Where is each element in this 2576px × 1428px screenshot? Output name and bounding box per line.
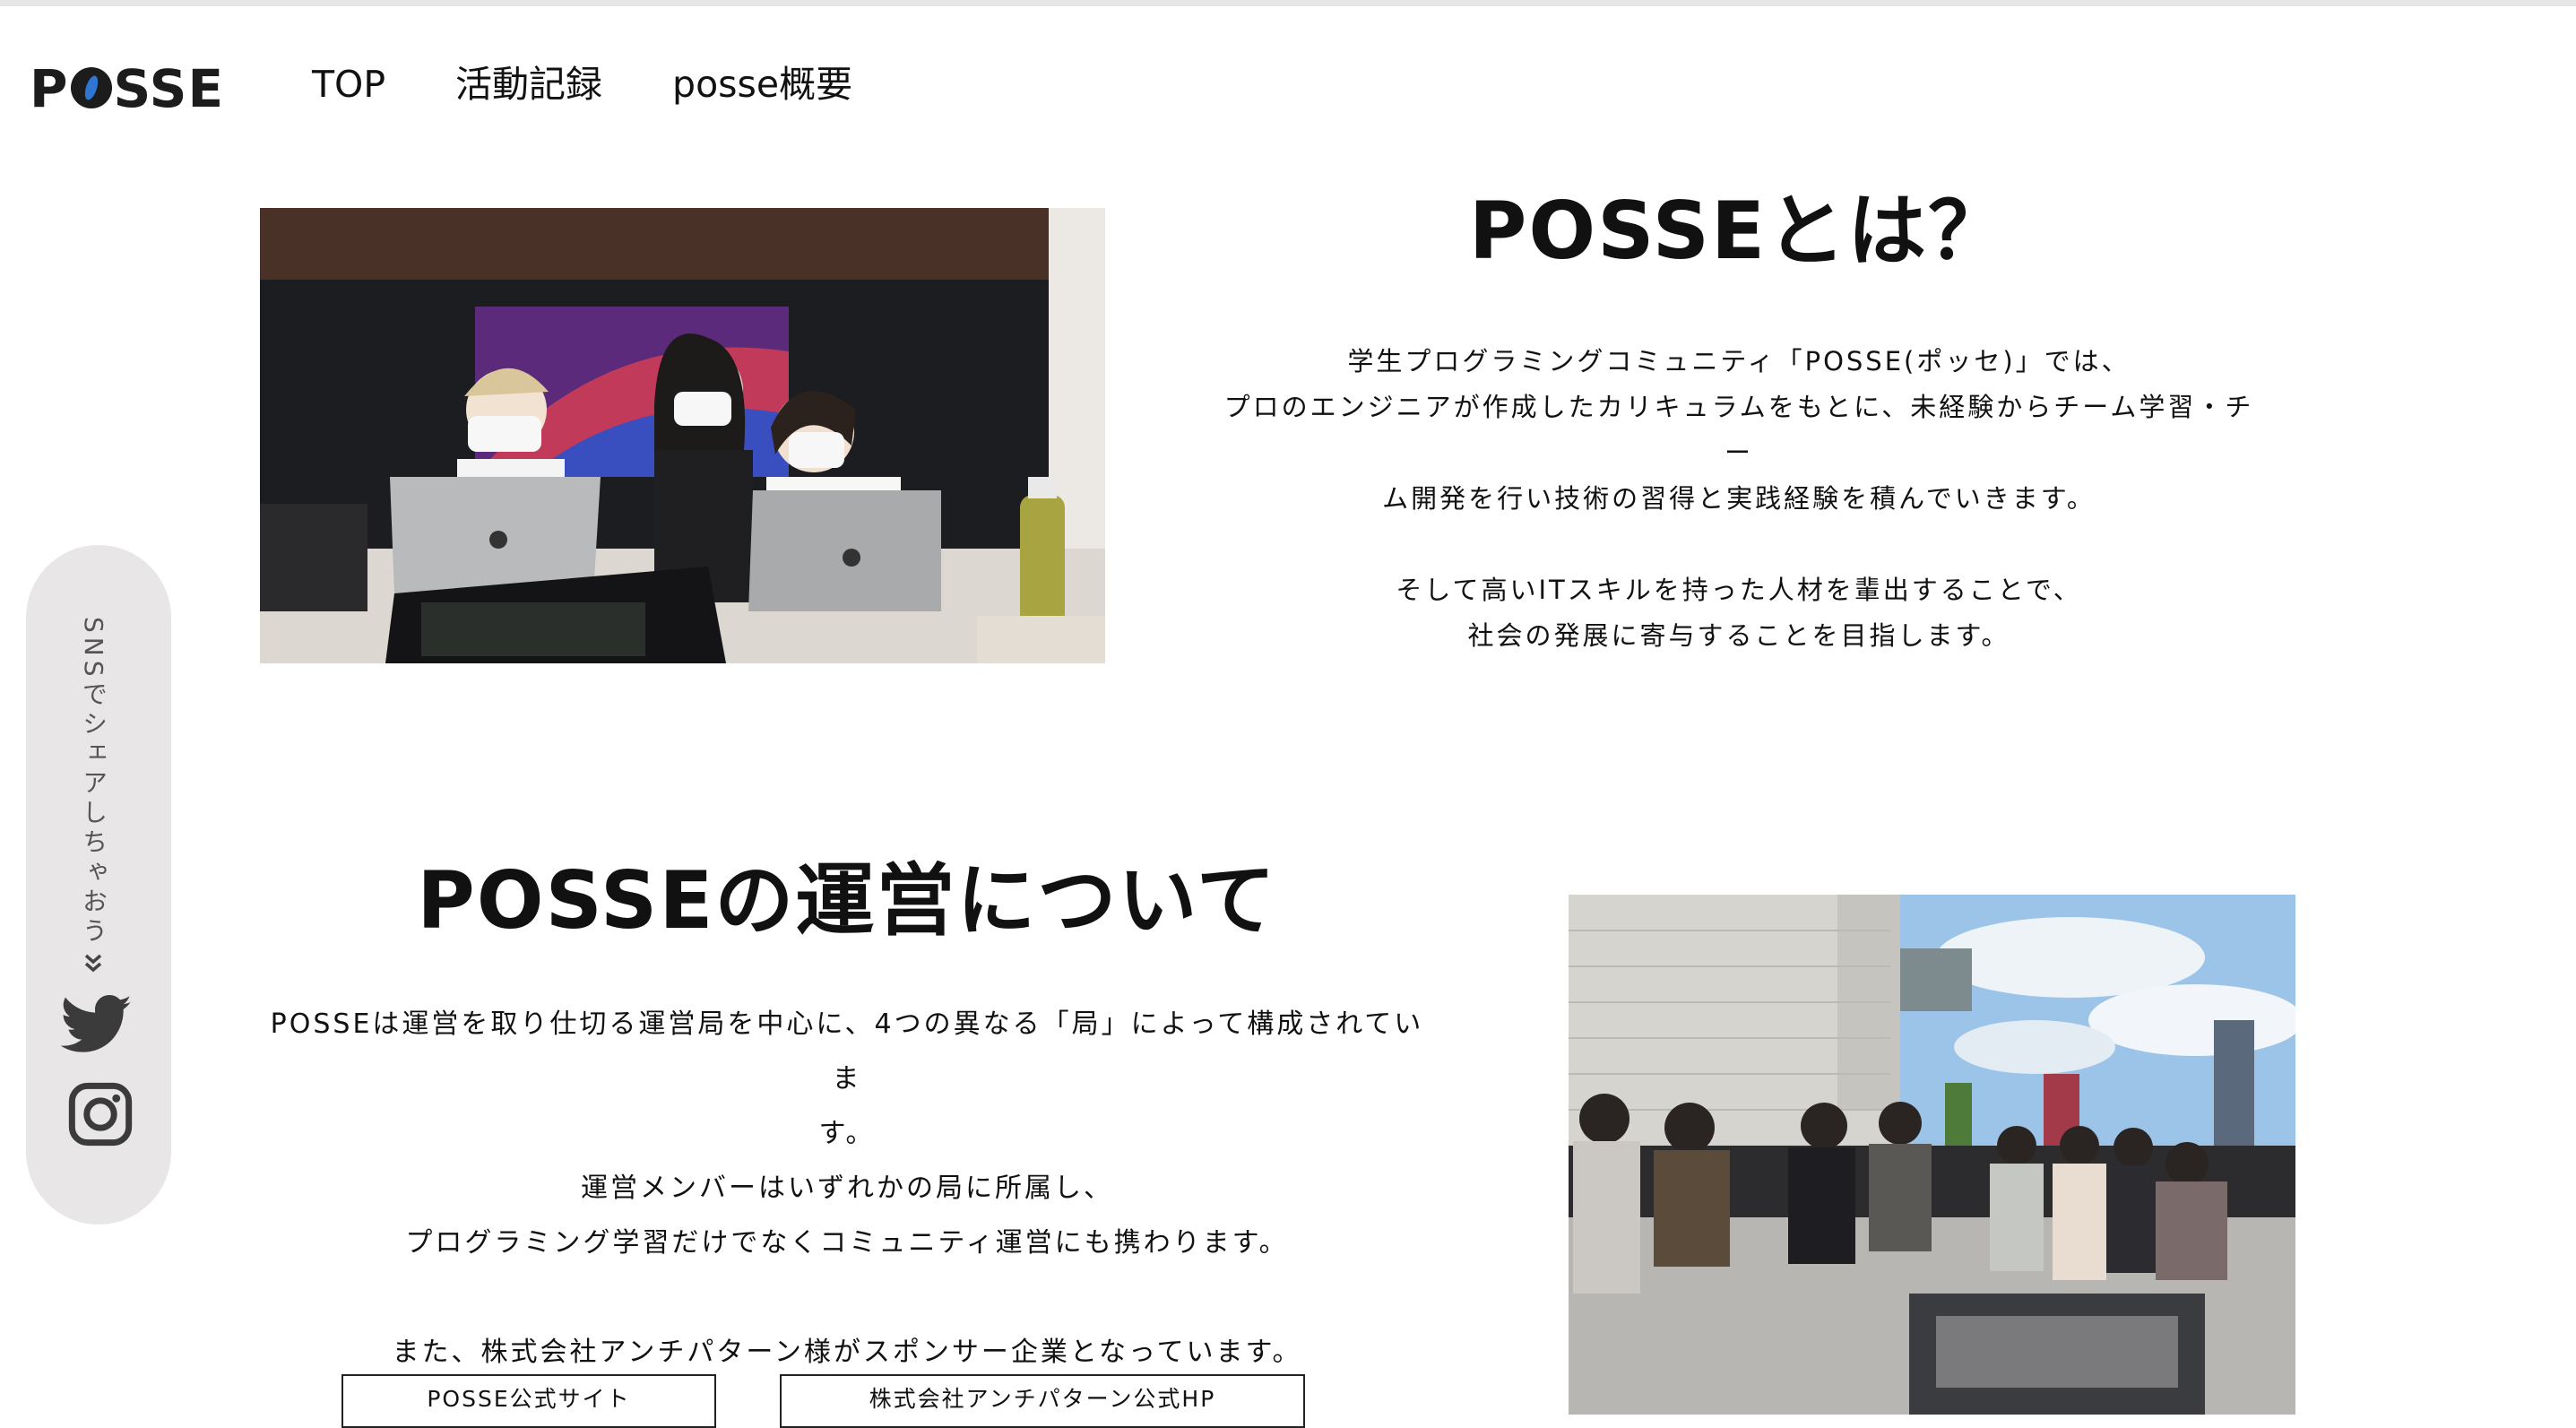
about-line: 社会の発展に寄与することを目指します。 <box>1467 620 2010 651</box>
operation-line: POSSEは運営を取り仕切る運営局を中心に、4つの異なる「局」によって構成されて… <box>270 1008 1424 1095</box>
operation-description: POSSEは運営を取り仕切る運営局を中心に、4つの異なる「局」によって構成されて… <box>260 997 1434 1380</box>
twitter-icon[interactable] <box>61 993 133 1056</box>
antipattern-official-hp-button[interactable]: 株式会社アンチパターン公式HP <box>780 1374 1305 1428</box>
posse-official-site-button[interactable]: POSSE公式サイト <box>341 1374 716 1428</box>
about-line: そして高いITスキルを持った人材を輩出することで、 <box>1396 575 2082 605</box>
top-border <box>0 0 2576 6</box>
instagram-icon[interactable] <box>66 1080 134 1148</box>
operation-line <box>260 1270 1434 1325</box>
about-line: プロのエンジニアが作成したカリキュラムをもとに、未経験からチーム学習・チー <box>1223 392 2254 468</box>
operation-line: 運営メンバーはいずれかの局に所属し、 <box>581 1173 1113 1204</box>
main-nav: TOP 活動記録 posse概要 <box>312 66 922 103</box>
logo-o-mark <box>70 67 112 108</box>
operation-line: プログラミング学習だけでなくコミュニティ運営にも携わります。 <box>405 1227 1289 1259</box>
rooftop-group-photo <box>1569 895 2295 1415</box>
students-coding-photo <box>260 208 1105 663</box>
posse-logo[interactable]: P SSE <box>30 63 224 115</box>
about-line <box>1210 522 2268 567</box>
about-title: POSSEとは？ <box>1468 185 2010 277</box>
operation-line: また、株式会社アンチパターン様がスポンサー企業となっています。 <box>392 1337 1302 1368</box>
chevron-double-down-icon <box>84 954 102 973</box>
operation-line: す。 <box>818 1118 876 1149</box>
nav-item-top[interactable]: TOP <box>312 66 385 103</box>
sns-share-label: SNSでシェアしちゃおう <box>79 617 108 948</box>
operation-title: POSSEの運営について <box>417 854 1277 947</box>
about-line: 学生プログラミングコミュニティ「POSSE(ポッセ)」では、 <box>1347 346 2131 376</box>
about-line: ム開発を行い技術の習得と実践経験を積んでいきます。 <box>1382 483 2096 514</box>
about-description: 学生プログラミングコミュニティ「POSSE(ポッセ)」では、 プロのエンジニアが… <box>1210 339 2268 659</box>
nav-item-activity-log[interactable]: 活動記録 <box>455 66 602 103</box>
nav-item-posse-overview[interactable]: posse概要 <box>672 66 852 103</box>
